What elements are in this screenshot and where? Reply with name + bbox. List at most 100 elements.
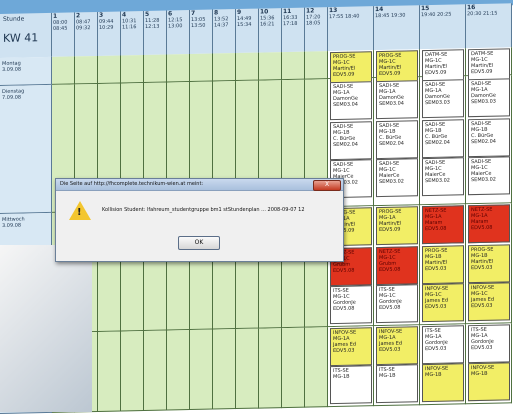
dialog-message: Kollision Student: lfahreum_studentgrupp… (102, 207, 305, 213)
lecture-line: EDV5.08 (379, 266, 401, 274)
lecture-line: EDV5.03 (425, 345, 447, 353)
timetable-slot[interactable] (190, 53, 213, 83)
hour-header: 1 08:00 08:45 (52, 12, 75, 57)
hour-time: 17:20 18:05 (306, 14, 321, 27)
hour-header: 13 17:55 18:40 (328, 6, 374, 52)
lecture-line: MG-1B (333, 373, 350, 381)
lecture-block[interactable]: SADI-SE MG-1C MaierCe SEM03.02 (468, 156, 510, 196)
lecture-block[interactable]: ITS-SE MG-1A GordonJe EDV5.03 (422, 325, 464, 365)
lecture-block[interactable]: NETZ-SEMG-1CGrubmEDV5.08 (376, 246, 418, 286)
timetable-slot[interactable] (144, 330, 167, 411)
day-date: 3.09.08 (2, 222, 22, 229)
hour-header: 8 13:52 14:37 (213, 9, 236, 54)
hour-time: 20:30 21:15 (467, 10, 498, 18)
hour-header: 10 15:36 16:21 (259, 8, 282, 53)
lecture-block[interactable]: SADI-SE MG-1C MaierCe SEM03.02 (376, 158, 418, 198)
timetable-slot[interactable] (236, 52, 259, 82)
lecture-block[interactable]: INFOV-SE MG-1B (422, 363, 464, 403)
lecture-block[interactable]: SADI-SE MG-1B C. BürGe SEM02.04 (468, 118, 510, 158)
background-panel (0, 245, 92, 412)
lecture-line: EDV5.03 (471, 302, 493, 310)
lecture-block[interactable]: ITS-SE MG-1A GordonJe EDV5.03 (468, 324, 510, 364)
lecture-line: EDV5.09 (379, 70, 401, 78)
hour-header: 5 11:28 12:13 (144, 10, 167, 55)
timetable-slot[interactable] (167, 54, 190, 83)
hour-header: 12 17:20 18:05 (305, 7, 328, 52)
timetable-slot[interactable] (305, 327, 328, 408)
lecture-line: MG-1B (425, 371, 442, 379)
hour-time: 08:00 08:45 (53, 19, 68, 32)
lecture-line: EDV5.09 (471, 68, 493, 76)
timetable-slot[interactable] (213, 329, 236, 410)
lecture-block[interactable]: ITS-SE MG-1B (376, 364, 418, 404)
day-label-cell: Dienstag 7.09.08 (0, 84, 52, 214)
timetable-slot[interactable] (121, 330, 144, 412)
lecture-block[interactable]: ITS-SE MG-1C GordonJe EDV5.08 (330, 285, 372, 325)
lecture-block[interactable]: SADI-SE MG-1C MaierCe SEM03.02 (422, 157, 464, 197)
lecture-line: EDV5.03 (471, 264, 493, 272)
timetable-slot[interactable] (52, 56, 75, 85)
timetable-slot[interactable] (167, 330, 190, 411)
hour-header: 11 16:33 17:18 (282, 7, 305, 53)
lecture-block[interactable]: INFOV-SE MG-1B (468, 362, 510, 402)
lecture-block[interactable]: SADI-SE MG-1B C. BürGe SEM02.04 (376, 120, 418, 160)
timetable-slot[interactable] (75, 55, 98, 85)
hour-time: 17:55 18:40 (329, 13, 360, 21)
timetable-slot[interactable] (305, 51, 328, 80)
day-label-cell: Montag 3.09.08 (0, 56, 52, 86)
lecture-line: SEM03.02 (471, 176, 496, 184)
lecture-block[interactable]: SADI-SE MG-1A DamonGe SEM03.03 (422, 79, 464, 119)
lecture-line: MG-1B (471, 370, 488, 378)
timetable-slot[interactable] (144, 54, 167, 83)
lecture-block[interactable]: PROG-SEMG-1AMartin/ElEDV5.09 (376, 206, 418, 246)
lecture-block[interactable]: ITS-SE MG-1B (330, 365, 372, 405)
lecture-line: SEM03.02 (425, 177, 450, 185)
lecture-line: SEM03.04 (379, 100, 404, 108)
timetable-slot[interactable] (213, 53, 236, 82)
lecture-block[interactable]: INFOV-SE MG-1C James Ed EDV5.03 (422, 283, 464, 323)
timetable-slot[interactable] (259, 328, 282, 409)
lecture-block[interactable]: INFOV-SE MG-1A James Ed EDV5.03 (330, 327, 372, 367)
lecture-line: EDV5.03 (471, 344, 493, 352)
lecture-line: EDV5.03 (425, 265, 447, 273)
day-date: 3.09.08 (2, 66, 22, 73)
lecture-block[interactable]: SADI-SE MG-1B C. BürGe SEM02.04 (330, 121, 372, 161)
lecture-block[interactable]: SADI-SE MG-1A DamonGe SEM03.03 (468, 78, 510, 118)
lecture-block[interactable]: SADI-SE MG-1A DamonGe SEM03.04 (376, 80, 418, 120)
close-button[interactable]: X (313, 180, 341, 191)
lecture-block[interactable]: INFOV-SE MG-1C James Ed EDV5.03 (468, 282, 510, 322)
lecture-line: EDV5.08 (425, 225, 447, 233)
lecture-block[interactable]: NETZ-SE MG-1A Maram EDV5.08 (468, 204, 510, 244)
hour-time: 15:36 16:21 (260, 15, 275, 28)
lecture-line: EDV5.08 (333, 305, 355, 313)
alert-dialog: Die Seite auf http://fhcomplete.techniku… (55, 178, 344, 262)
ok-button[interactable]: OK (178, 236, 220, 250)
hour-time: 09:44 10:29 (99, 18, 114, 31)
hour-header: 9 14:49 15:34 (236, 8, 259, 54)
lecture-line: SEM02.04 (471, 138, 496, 146)
hour-header: 16 20:30 21:15 (466, 3, 512, 49)
hour-time: 11:28 12:13 (145, 17, 160, 30)
lecture-block[interactable]: PROG-SE MG-1B Martin/El EDV5.03 (468, 244, 510, 284)
lecture-line: SEM03.03 (425, 99, 450, 107)
week-value: KW 41 (3, 31, 39, 45)
timetable-slot[interactable] (282, 327, 305, 409)
hour-time: 10:31 11:16 (122, 18, 137, 31)
timetable-slot[interactable] (121, 54, 144, 84)
lecture-block[interactable]: SADI-SE MG-1B C. BürGe SEM02.04 (422, 119, 464, 159)
timetable-slot[interactable] (236, 328, 259, 410)
lecture-block[interactable]: ITS-SE MG-1C GordonJe EDV5.08 (376, 284, 418, 324)
lecture-line: EDV5.08 (471, 224, 493, 232)
timetable-slot[interactable] (98, 55, 121, 84)
timetable-slot[interactable] (190, 329, 213, 411)
lecture-block[interactable]: PROG-SE MG-1B Martin/El EDV5.03 (422, 245, 464, 285)
timetable-slot[interactable] (98, 331, 121, 412)
lecture-line: SEM02.04 (333, 141, 358, 149)
hour-header: 3 09:44 10:29 (98, 11, 121, 56)
lecture-block[interactable]: SADI-SE MG-1A DamonGe SEM03.04 (330, 81, 372, 121)
lecture-block[interactable]: NETZ-SE MG-1A Maram EDV5.08 (422, 205, 464, 245)
timetable-slot[interactable] (259, 52, 282, 81)
lecture-line: SEM02.04 (379, 140, 404, 148)
timetable-slot[interactable] (282, 51, 305, 81)
lecture-block[interactable]: INFOV-SE MG-1A James Ed EDV5.03 (376, 326, 418, 366)
